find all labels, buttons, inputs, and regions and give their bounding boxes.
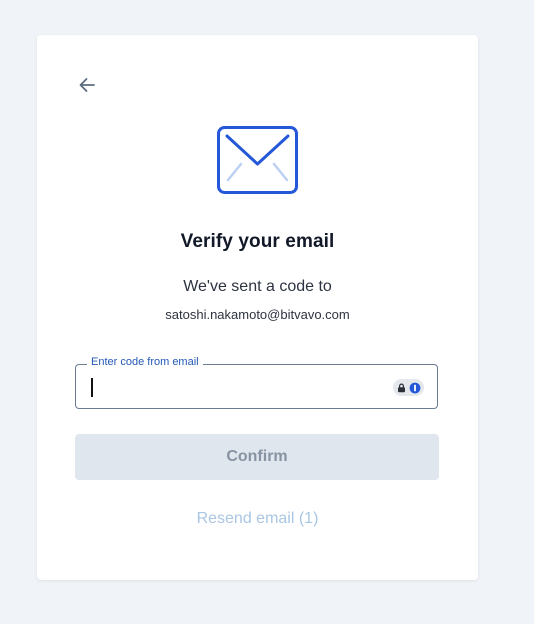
- code-input[interactable]: [90, 375, 390, 399]
- envelope-icon: [217, 126, 298, 194]
- verify-email-card: Verify your email We've sent a code to s…: [37, 35, 478, 580]
- code-sent-text: We've sent a code to: [183, 278, 332, 295]
- code-field-label: Enter code from email: [87, 356, 203, 368]
- text-caret: [91, 378, 93, 397]
- code-field[interactable]: Enter code from email: [75, 356, 438, 409]
- page-title: Verify your email: [180, 231, 335, 252]
- back-button[interactable]: [75, 73, 99, 97]
- resend-email-link[interactable]: Resend email (1): [37, 510, 478, 528]
- password-manager-icon[interactable]: [393, 379, 424, 396]
- lock-icon: [397, 383, 405, 392]
- email-address: satoshi.nakamoto@bitvavo.com: [165, 307, 350, 322]
- arrow-left-icon: [79, 78, 95, 92]
- info-icon: [409, 382, 420, 393]
- confirm-button[interactable]: Confirm: [75, 434, 439, 480]
